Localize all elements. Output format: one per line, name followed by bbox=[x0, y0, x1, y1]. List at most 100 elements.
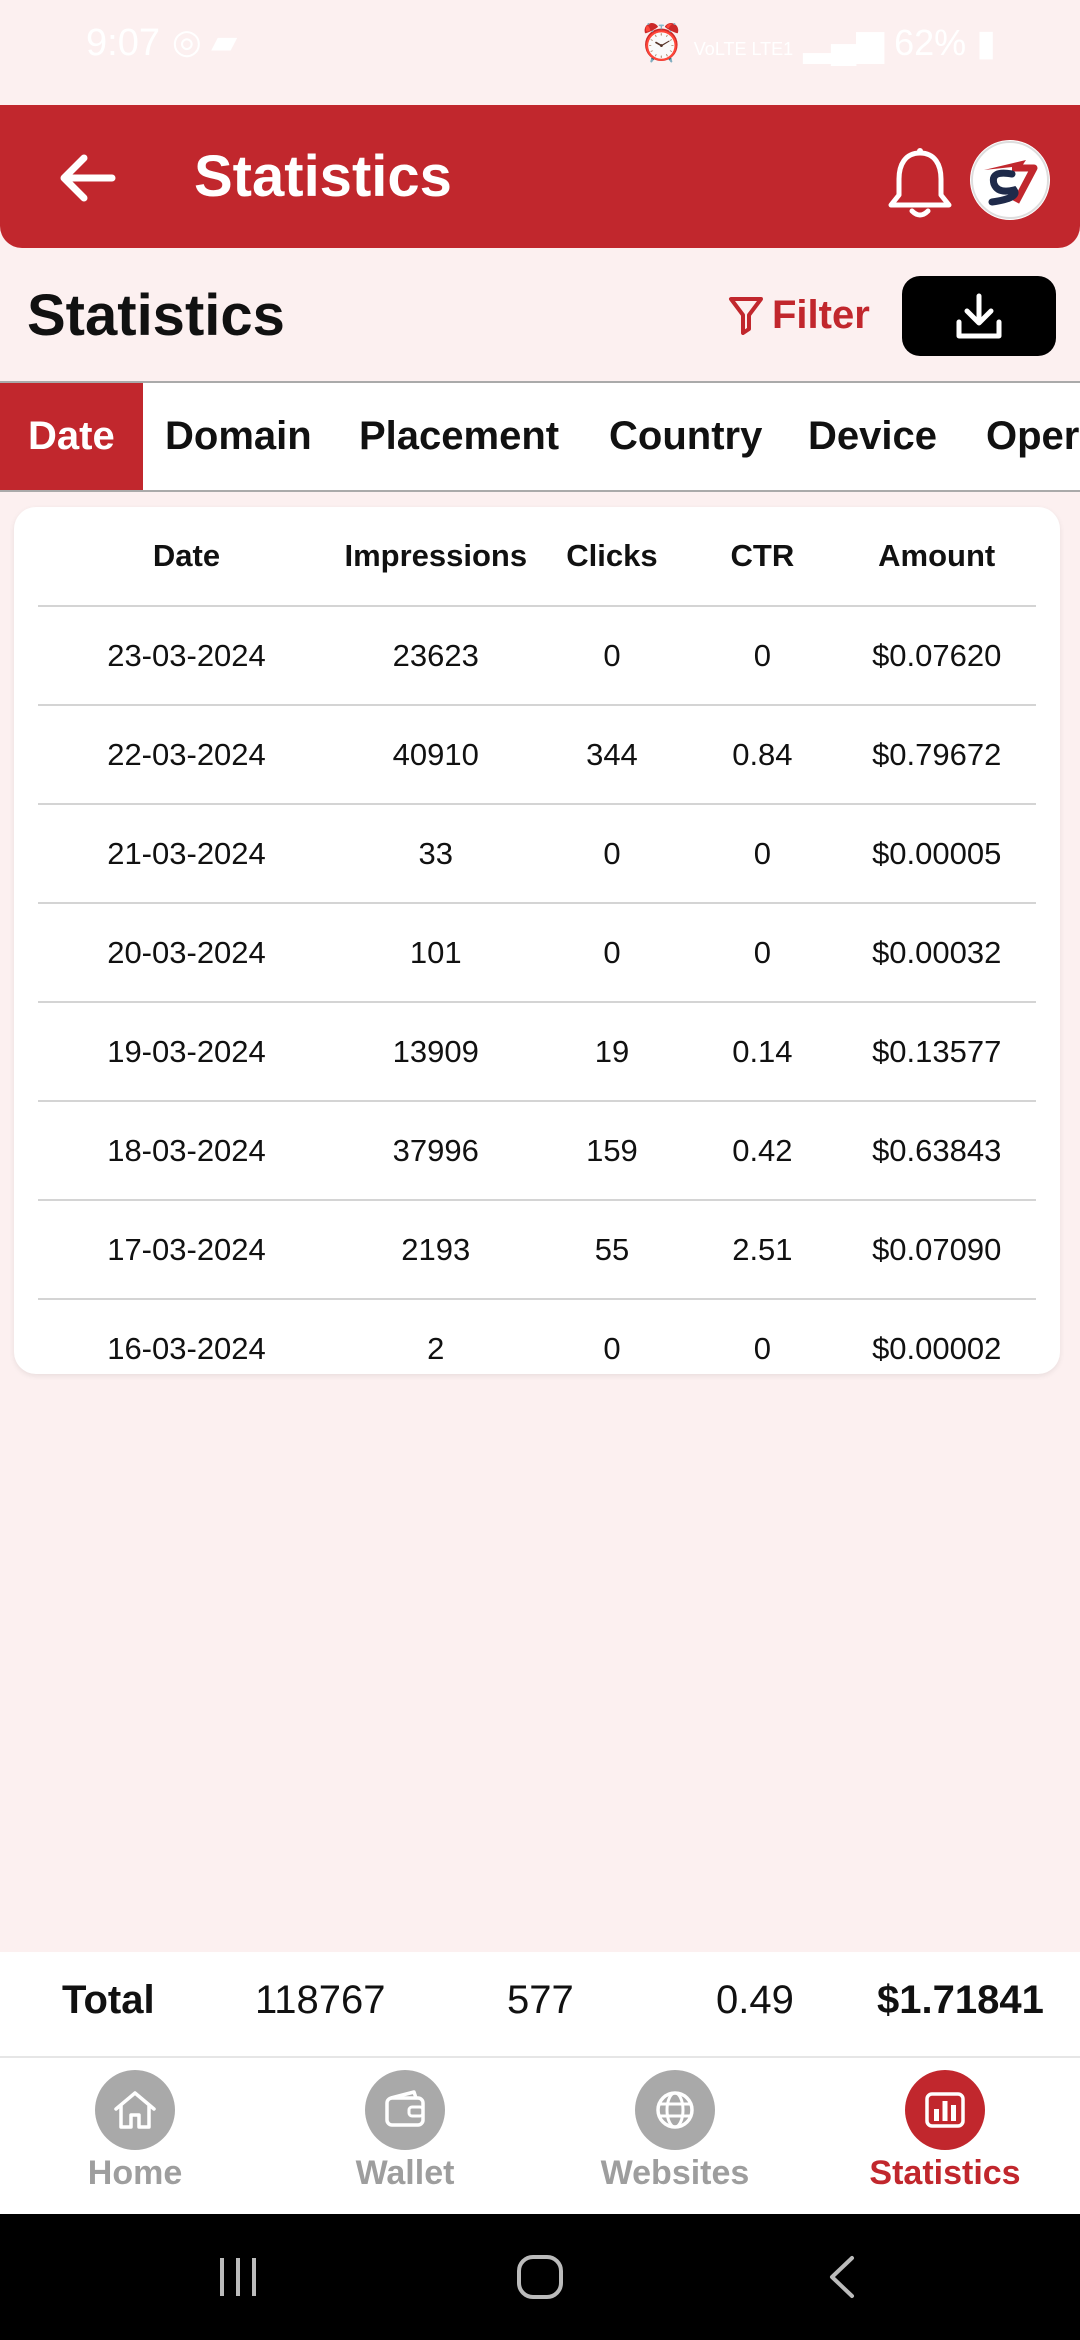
alarm-icon: ⏰ bbox=[638, 22, 684, 63]
column-header-amount: Amount bbox=[837, 507, 1036, 607]
nav-home[interactable]: Home bbox=[0, 2070, 270, 2193]
table-row: 16-03-2024 2 0 0 $0.00002 bbox=[38, 1299, 1036, 1397]
cell-amount: $0.63843 bbox=[837, 1101, 1036, 1201]
system-nav-bar bbox=[0, 2214, 1080, 2340]
page-title: Statistics bbox=[27, 283, 285, 348]
recent-apps-icon[interactable] bbox=[214, 2252, 262, 2302]
app-bar: Statistics bbox=[0, 105, 1080, 248]
status-bar: 9:07 ◎ ▰ ⏰ VoLTE LTE1 ▂▄▆ 62% ▮ bbox=[0, 0, 1080, 100]
globe-icon bbox=[635, 2070, 715, 2150]
cell-date: 20-03-2024 bbox=[38, 903, 335, 1003]
cell-impressions: 101 bbox=[334, 903, 537, 1003]
cell-impressions: 37996 bbox=[334, 1101, 537, 1201]
cell-ctr: 0.84 bbox=[687, 705, 838, 805]
notifications-button[interactable] bbox=[885, 145, 955, 221]
cell-impressions: 13909 bbox=[334, 1002, 537, 1102]
cell-date: 23-03-2024 bbox=[38, 606, 335, 706]
wallet-icon bbox=[365, 2070, 445, 2150]
back-button[interactable] bbox=[52, 143, 122, 213]
cell-amount: $0.00002 bbox=[872, 1330, 1002, 1366]
total-impressions: 118767 bbox=[255, 1978, 386, 2022]
total-label: Total bbox=[62, 1978, 155, 2022]
table-header-row: Date Impressions Clicks CTR Amount bbox=[38, 507, 1036, 607]
cell-date: 17-03-2024 bbox=[38, 1200, 335, 1300]
cell-ctr: 2.51 bbox=[687, 1200, 838, 1300]
table-row: 19-03-2024 13909 19 0.14 $0.13577 bbox=[38, 1002, 1036, 1102]
cell-amount: $0.00032 bbox=[837, 903, 1036, 1003]
arrow-left-icon bbox=[60, 154, 116, 202]
cell-amount: $0.07090 bbox=[837, 1200, 1036, 1300]
battery-label: 62% bbox=[894, 22, 967, 63]
cell-ctr: 0 bbox=[687, 804, 838, 904]
cell-ctr: 0.42 bbox=[687, 1101, 838, 1201]
total-amount: $1.71841 bbox=[877, 1978, 1044, 2022]
filter-icon bbox=[729, 297, 763, 335]
tab-device[interactable]: Device bbox=[808, 383, 937, 490]
back-system-icon[interactable] bbox=[822, 2252, 862, 2302]
column-header-impressions: Impressions bbox=[334, 507, 537, 607]
cell-clicks: 159 bbox=[536, 1101, 688, 1201]
bar-chart-icon bbox=[905, 2070, 985, 2150]
table-row: 18-03-2024 37996 159 0.42 $0.63843 bbox=[38, 1101, 1036, 1201]
filter-label: Filter bbox=[772, 292, 870, 337]
cell-impressions: 33 bbox=[334, 804, 537, 904]
statistics-table: Date Impressions Clicks CTR Amount 23-03… bbox=[38, 507, 1036, 1397]
total-bar: Total 118767 577 0.49 $1.71841 bbox=[0, 1952, 1080, 2056]
table-row: 17-03-2024 2193 55 2.51 $0.07090 bbox=[38, 1200, 1036, 1300]
nav-statistics-label: Statistics bbox=[869, 2154, 1021, 2192]
tab-country[interactable]: Country bbox=[609, 383, 762, 490]
signal-icon: ▂▄▆ bbox=[803, 22, 885, 63]
home-system-icon[interactable] bbox=[514, 2252, 566, 2302]
tab-placement[interactable]: Placement bbox=[359, 383, 559, 490]
nav-wallet-label: Wallet bbox=[355, 2154, 455, 2192]
cell-ctr: 0 bbox=[687, 903, 838, 1003]
tab-domain[interactable]: Domain bbox=[165, 383, 312, 490]
cell-clicks: 55 bbox=[536, 1200, 688, 1300]
cell-amount: $0.13577 bbox=[837, 1002, 1036, 1102]
column-header-date: Date bbox=[38, 507, 335, 607]
cell-impressions: 2 bbox=[427, 1330, 445, 1366]
table-row: 21-03-2024 33 0 0 $0.00005 bbox=[38, 804, 1036, 904]
bell-icon bbox=[888, 148, 952, 218]
battery-icon: ▮ bbox=[976, 22, 996, 63]
filter-button[interactable]: Filter bbox=[728, 290, 870, 340]
total-clicks: 577 bbox=[507, 1978, 574, 2022]
table-row: 23-03-2024 23623 0 0 $0.07620 bbox=[38, 606, 1036, 706]
status-time: 9:07 bbox=[86, 22, 160, 64]
cell-impressions: 23623 bbox=[334, 606, 537, 706]
home-icon bbox=[95, 2070, 175, 2150]
statistics-table-card: Date Impressions Clicks CTR Amount 23-03… bbox=[14, 507, 1060, 1374]
column-header-clicks: Clicks bbox=[536, 507, 688, 607]
nav-wallet[interactable]: Wallet bbox=[270, 2070, 540, 2193]
download-icon bbox=[956, 293, 1002, 339]
table-row: 20-03-2024 101 0 0 $0.00032 bbox=[38, 903, 1036, 1003]
cell-impressions: 2193 bbox=[334, 1200, 537, 1300]
nav-websites-label: Websites bbox=[600, 2154, 750, 2192]
cell-clicks: 0 bbox=[536, 804, 688, 904]
bottom-nav: Home Wallet Websites Statistics bbox=[0, 2056, 1080, 2214]
cell-clicks: 0 bbox=[536, 903, 688, 1003]
cell-clicks: 0 bbox=[603, 1330, 621, 1366]
cell-ctr: 0.14 bbox=[687, 1002, 838, 1102]
cell-amount: $0.79672 bbox=[837, 705, 1036, 805]
nav-websites[interactable]: Websites bbox=[540, 2070, 810, 2193]
cell-clicks: 0 bbox=[536, 606, 688, 706]
download-button[interactable] bbox=[902, 276, 1056, 356]
nav-statistics[interactable]: Statistics bbox=[810, 2070, 1080, 2193]
network-label: VoLTE LTE1 bbox=[693, 39, 794, 59]
status-right: ⏰ VoLTE LTE1 ▂▄▆ 62% ▮ bbox=[639, 22, 996, 64]
cell-amount: $0.07620 bbox=[837, 606, 1036, 706]
total-ctr: 0.49 bbox=[716, 1978, 794, 2022]
app-bar-title: Statistics bbox=[194, 144, 452, 209]
tab-operating-system[interactable]: Opera bbox=[986, 383, 1080, 490]
cell-impressions: 40910 bbox=[334, 705, 537, 805]
s7-logo-icon bbox=[971, 141, 1049, 219]
tab-date[interactable]: Date bbox=[0, 383, 143, 490]
notification-icons: ◎ ▰ bbox=[172, 23, 238, 61]
nav-home-label: Home bbox=[87, 2154, 183, 2192]
avatar[interactable] bbox=[970, 140, 1050, 220]
cell-date: 16-03-2024 bbox=[107, 1330, 266, 1366]
cell-ctr: 0 bbox=[753, 1330, 771, 1366]
cell-date: 18-03-2024 bbox=[38, 1101, 335, 1201]
cell-ctr: 0 bbox=[687, 606, 838, 706]
